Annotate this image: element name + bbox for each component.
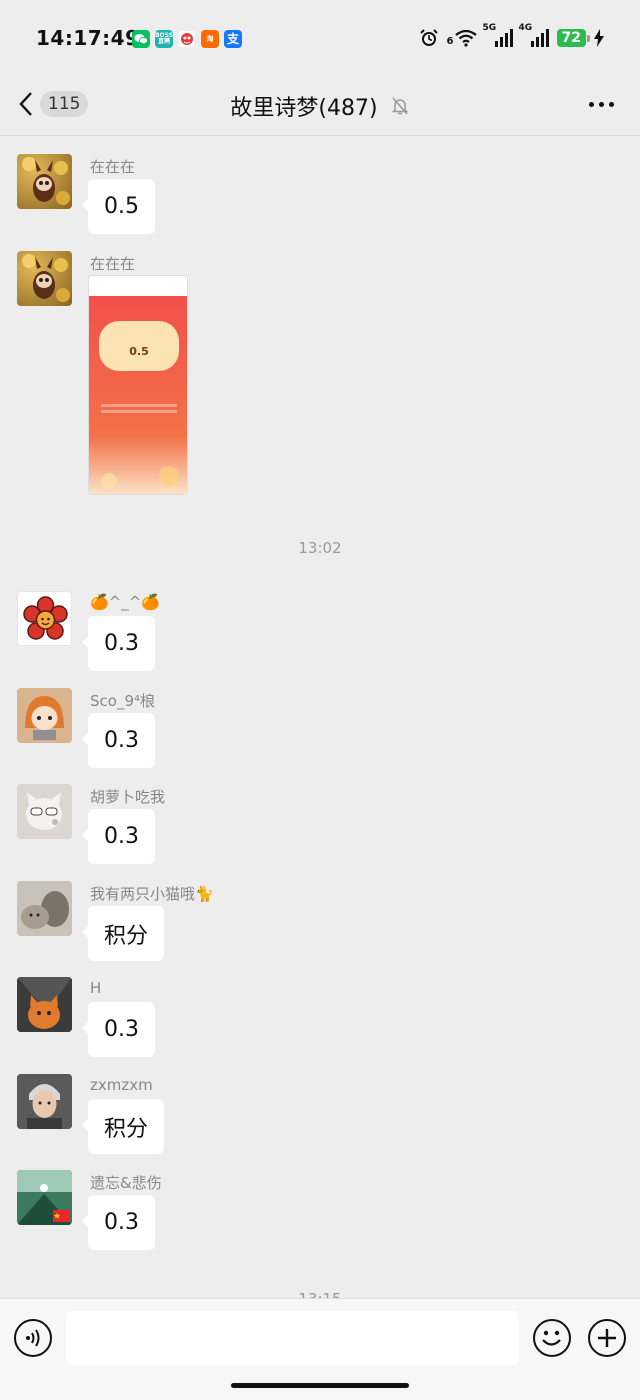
signal-5g-label: 5G — [482, 23, 497, 33]
avatar[interactable] — [17, 784, 72, 839]
status-time: 14:17:49 — [36, 26, 140, 50]
red-packet-amount: 0.5 — [129, 345, 149, 358]
wifi-badge: 6 — [446, 36, 454, 47]
message-item: 遗忘&悲伤 0.3 — [17, 1170, 617, 1252]
avatar-cats-icon — [17, 881, 72, 936]
more-options-button[interactable] — [589, 102, 614, 107]
sender-name: Sco_9⁴桹 — [90, 692, 156, 710]
message-bubble[interactable]: 0.5 — [82, 179, 155, 234]
message-item: H 0.3 — [17, 977, 617, 1059]
alarm-icon — [419, 29, 438, 46]
avatar[interactable] — [17, 591, 72, 646]
avatar-cat-sunglasses-icon — [17, 784, 72, 839]
message-bubble[interactable]: 积分 — [81, 906, 165, 961]
sender-name: 我有两只小猫哦🐈 — [90, 885, 214, 903]
avatar[interactable] — [17, 688, 72, 743]
voice-input-button[interactable] — [14, 1319, 52, 1357]
sender-name: zxmzxm — [90, 1076, 153, 1094]
message-item: 在在在 0.5 — [17, 251, 617, 497]
red-packet-screenshot-image[interactable]: 0.5 — [88, 275, 188, 495]
message-item: 🍊^_^🍊 0.3 — [17, 591, 617, 673]
sender-name: 在在在 — [90, 255, 136, 273]
wechat-icon — [132, 30, 150, 48]
charging-icon — [594, 29, 604, 47]
sender-name: 胡萝卜吃我 — [90, 788, 166, 806]
signal-5g-icon: 5G — [483, 23, 513, 47]
avatar-coins-icon — [22, 157, 70, 205]
system-indicators: 6 5G 4G 72 — [419, 23, 604, 48]
avatar[interactable] — [17, 1170, 72, 1225]
sender-name: 在在在 — [90, 158, 136, 176]
message-item: 在在在 0.5 — [17, 154, 617, 236]
wifi-icon — [454, 29, 477, 47]
timestamp: 13:02 — [298, 539, 342, 557]
signal-4g-label: 4G — [518, 23, 533, 33]
message-bubble[interactable]: 0.3 — [82, 1195, 155, 1250]
avatar-landscape-icon — [17, 1170, 72, 1225]
more-actions-button[interactable] — [588, 1319, 626, 1357]
avatar[interactable] — [17, 881, 72, 936]
avatar[interactable] — [17, 1074, 72, 1129]
red-packet-illustration: 0.5 — [89, 276, 187, 494]
alipay-label: 支 — [226, 32, 239, 46]
message-bubble[interactable]: 0.3 — [82, 616, 155, 671]
input-bar — [0, 1298, 640, 1400]
message-bubble[interactable]: 0.3 — [82, 1002, 155, 1057]
battery-level: 72 — [556, 29, 591, 47]
mute-bell-icon — [391, 97, 408, 115]
message-item: 我有两只小猫哦🐈 积分 — [17, 881, 617, 963]
message-bubble[interactable]: 0.3 — [82, 713, 155, 768]
chat-title-wrap: 故里诗梦(487) — [0, 90, 640, 122]
message-item: 胡萝卜吃我 0.3 — [17, 784, 617, 866]
timestamp: 13:15 — [0, 1290, 640, 1298]
game-icon — [178, 30, 196, 48]
avatar-flower-icon — [23, 596, 68, 640]
message-item: Sco_9⁴桹 0.3 — [17, 688, 617, 770]
taobao-icon: 淘 — [201, 30, 219, 48]
plus-icon — [598, 1329, 616, 1347]
sender-name: 遗忘&悲伤 — [90, 1174, 162, 1192]
boss-zhipin-icon: BOSS 直聘 — [155, 30, 173, 48]
chat-header: 115 故里诗梦(487) — [0, 80, 640, 136]
wifi-indicator: 6 — [447, 29, 477, 47]
home-indicator[interactable] — [231, 1383, 409, 1388]
message-bubble[interactable]: 积分 — [81, 1099, 165, 1154]
avatar[interactable] — [17, 977, 72, 1032]
avatar-coins-icon — [22, 254, 70, 302]
voice-icon — [26, 1329, 40, 1347]
avatar-orange-cat-icon — [17, 977, 72, 1032]
sender-name: H — [90, 979, 102, 997]
sender-name: 🍊^_^🍊 — [90, 593, 160, 611]
message-input[interactable] — [66, 1311, 519, 1365]
message-item: zxmzxm 积分 — [17, 1074, 617, 1156]
alipay-icon: 支 — [224, 30, 242, 48]
smiley-icon — [542, 1330, 561, 1346]
notification-apps: BOSS 直聘 淘 支 — [132, 30, 242, 48]
avatar-anime-girl-icon — [17, 688, 72, 743]
chat-title: 故里诗梦(487) — [230, 96, 378, 121]
message-bubble[interactable]: 0.3 — [82, 809, 155, 864]
avatar[interactable] — [17, 251, 72, 306]
status-bar: 14:17:49 BOSS 直聘 淘 支 6 5G 4G 72 — [0, 0, 640, 80]
avatar[interactable] — [17, 154, 72, 209]
signal-4g-icon: 4G — [519, 23, 549, 47]
emoji-button[interactable] — [533, 1319, 571, 1357]
avatar-man-icon — [17, 1074, 72, 1129]
